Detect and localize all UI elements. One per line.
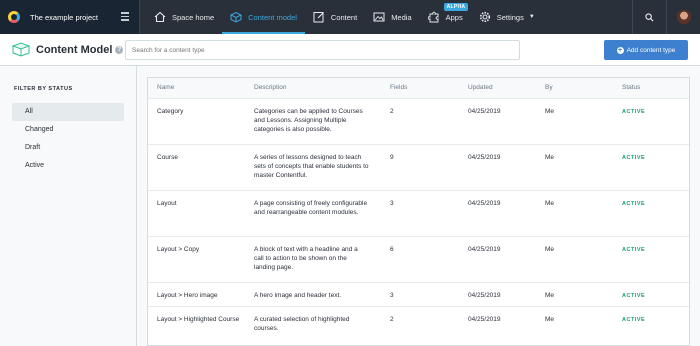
status-badge: ACTIVE (613, 306, 689, 345)
content-edit-icon (313, 12, 324, 23)
cell-description: Categories can be applied to Courses and… (245, 98, 381, 145)
cell-updated: 04/25/2019 (459, 236, 536, 283)
cell-name: Layout > Copy (148, 236, 245, 283)
filter-all[interactable]: All (12, 103, 124, 121)
content-model-icon (12, 42, 30, 57)
plus-icon: + (616, 46, 624, 54)
cell-name: Course (148, 144, 245, 191)
nav-label: Space home (172, 12, 215, 22)
puzzle-icon (427, 11, 439, 23)
home-icon (154, 11, 166, 23)
status-badge: ACTIVE (613, 190, 689, 237)
global-search-button[interactable] (632, 0, 666, 34)
nav-label: Content model (248, 12, 297, 22)
cell-by: Me (536, 144, 613, 191)
cell-name: Layout > Hero image (148, 282, 245, 307)
top-navigation: The example project Space home Content m… (0, 0, 700, 34)
cell-by: Me (536, 236, 613, 283)
nav-content-model[interactable]: Content model (222, 0, 305, 34)
nav-content[interactable]: Content (305, 0, 365, 34)
status-badge: ACTIVE (613, 144, 689, 191)
media-icon (373, 12, 385, 22)
project-name: The example project (30, 12, 98, 22)
table-header-row: Name Description Fields Updated By Statu… (148, 78, 689, 99)
chevron-down-icon: ▼ (528, 14, 535, 20)
help-icon[interactable]: ? (115, 45, 124, 54)
add-content-type-button[interactable]: + Add content type (604, 40, 688, 60)
project-switcher[interactable]: The example project (0, 0, 140, 34)
cell-updated: 04/25/2019 (459, 98, 536, 145)
filter-heading: FILTER BY STATUS (14, 86, 73, 92)
cell-description: A block of text with a headline and a ca… (245, 236, 381, 283)
cell-by: Me (536, 190, 613, 237)
nav-space-home[interactable]: Space home (146, 0, 222, 34)
content-types-table: Name Description Fields Updated By Statu… (147, 77, 690, 346)
content-model-icon (230, 11, 243, 23)
table-row[interactable]: Layout A page consisting of freely confi… (148, 190, 689, 237)
cell-updated: 04/25/2019 (459, 306, 536, 345)
contentful-logo-icon (8, 11, 20, 23)
column-header-status: Status (613, 78, 689, 99)
table-row[interactable]: Layout > Hero image A hero image and hea… (148, 282, 689, 307)
menu-icon[interactable] (121, 12, 129, 23)
cell-fields: 9 (381, 144, 459, 191)
cell-by: Me (536, 282, 613, 307)
column-header-name[interactable]: Name (148, 78, 245, 99)
column-header-by: By (536, 78, 613, 99)
column-header-description: Description (245, 78, 381, 99)
cell-by: Me (536, 98, 613, 145)
status-badge: ACTIVE (613, 98, 689, 145)
cell-description: A page consisting of freely configurable… (245, 190, 381, 237)
cell-fields: 2 (381, 306, 459, 345)
page-header: Content Model ? + Add content type (0, 34, 700, 66)
nav-label: Media (391, 12, 412, 22)
table-row[interactable]: Layout > Copy A block of text with a hea… (148, 236, 689, 283)
status-badge: ACTIVE (613, 282, 689, 307)
cell-fields: 3 (381, 190, 459, 237)
nav-apps[interactable]: Apps ALPHA (420, 0, 471, 34)
avatar (676, 10, 691, 24)
filter-changed[interactable]: Changed (12, 121, 124, 139)
cell-by: Me (536, 306, 613, 345)
cell-name: Category (148, 98, 245, 145)
alpha-badge: ALPHA (443, 3, 469, 11)
content-type-search-input[interactable] (125, 40, 520, 60)
nav-media[interactable]: Media (365, 0, 419, 34)
nav-label: Content (330, 12, 358, 22)
cell-updated: 04/25/2019 (459, 144, 536, 191)
filter-active[interactable]: Active (12, 157, 124, 175)
search-icon (645, 12, 654, 22)
nav-label: Apps (445, 12, 463, 22)
cell-description: A curated selection of highlighted cours… (245, 306, 381, 345)
table-row[interactable]: Category Categories can be applied to Co… (148, 98, 689, 145)
cell-description: A series of lessons designed to teach se… (245, 144, 381, 191)
cell-description: A hero image and header text. (245, 282, 381, 307)
cell-fields: 2 (381, 98, 459, 145)
column-header-fields: Fields (381, 78, 459, 99)
nav-label: Settings (496, 12, 524, 22)
table-row[interactable]: Course A series of lessons designed to t… (148, 144, 689, 191)
cell-fields: 3 (381, 282, 459, 307)
column-header-updated[interactable]: Updated (459, 78, 536, 99)
cell-updated: 04/25/2019 (459, 282, 536, 307)
cell-name: Layout > Highlighted Course (148, 306, 245, 345)
add-button-label: Add content type (626, 46, 676, 54)
status-badge: ACTIVE (613, 236, 689, 283)
gear-icon (479, 11, 490, 23)
page-title: Content Model (36, 43, 113, 56)
status-filter-sidebar: FILTER BY STATUS All Changed Draft Activ… (0, 66, 137, 346)
table-row[interactable]: Layout > Highlighted Course A curated se… (148, 306, 689, 345)
cell-updated: 04/25/2019 (459, 190, 536, 237)
filter-draft[interactable]: Draft (12, 139, 124, 157)
nav-settings[interactable]: Settings ▼ (471, 0, 543, 34)
cell-fields: 6 (381, 236, 459, 283)
cell-name: Layout (148, 190, 245, 237)
user-menu[interactable] (666, 0, 700, 34)
